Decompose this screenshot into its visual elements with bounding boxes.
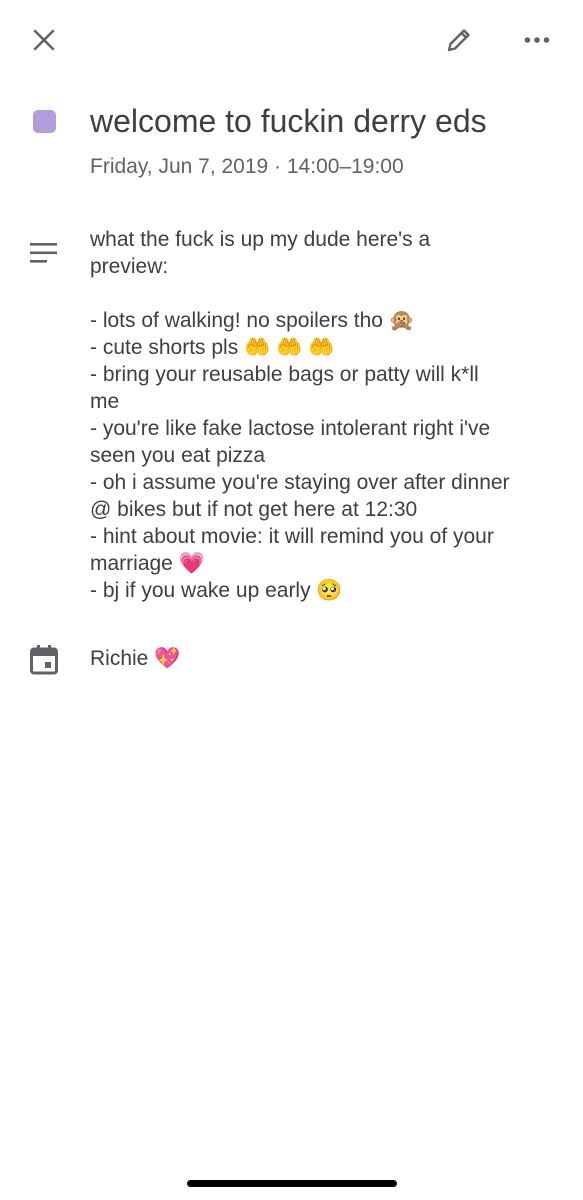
more-options-button[interactable] xyxy=(515,18,559,62)
description-line: - you're like fake lactose intolerant ri… xyxy=(90,417,491,440)
edit-button[interactable] xyxy=(437,18,481,62)
description-line: - bj if you wake up early 🥺 xyxy=(90,579,343,602)
description-line: - cute shorts pls 🤲 🤲 🤲 xyxy=(90,336,335,359)
description-line xyxy=(90,280,560,307)
calendar-name: Richie 💖 xyxy=(90,647,181,670)
description-line: marriage 💗 xyxy=(90,552,205,575)
description-line: seen you eat pizza xyxy=(90,444,266,467)
description-line: preview: xyxy=(90,255,169,278)
close-button[interactable] xyxy=(22,18,66,62)
description-line: @ bikes but if not get here at 12:30 xyxy=(90,498,418,521)
description-line: - lots of walking! no spoilers tho 🙊 xyxy=(90,309,415,332)
event-date-time: Friday, Jun 7, 2019 · 14:00–19:00 xyxy=(90,155,404,178)
event-description: what the fuck is up my dude here's a pre… xyxy=(90,226,560,604)
description-line: what the fuck is up my dude here's a xyxy=(90,228,431,251)
more-horizontal-icon xyxy=(524,37,550,43)
event-color-swatch xyxy=(33,110,56,133)
home-indicator[interactable] xyxy=(187,1180,397,1187)
description-line: me xyxy=(90,390,120,413)
event-title: welcome to fuckin derry eds xyxy=(90,103,487,139)
event-detail-screen: welcome to fuckin derry eds Friday, Jun … xyxy=(0,0,583,1200)
close-icon xyxy=(33,29,55,51)
pencil-icon xyxy=(447,29,470,52)
description-line: - oh i assume you're staying over after … xyxy=(90,471,510,494)
calendar-icon xyxy=(30,645,58,675)
description-line: - hint about movie: it will remind you o… xyxy=(90,525,494,548)
description-icon xyxy=(30,243,57,263)
description-line: - bring your reusable bags or patty will… xyxy=(90,363,479,386)
